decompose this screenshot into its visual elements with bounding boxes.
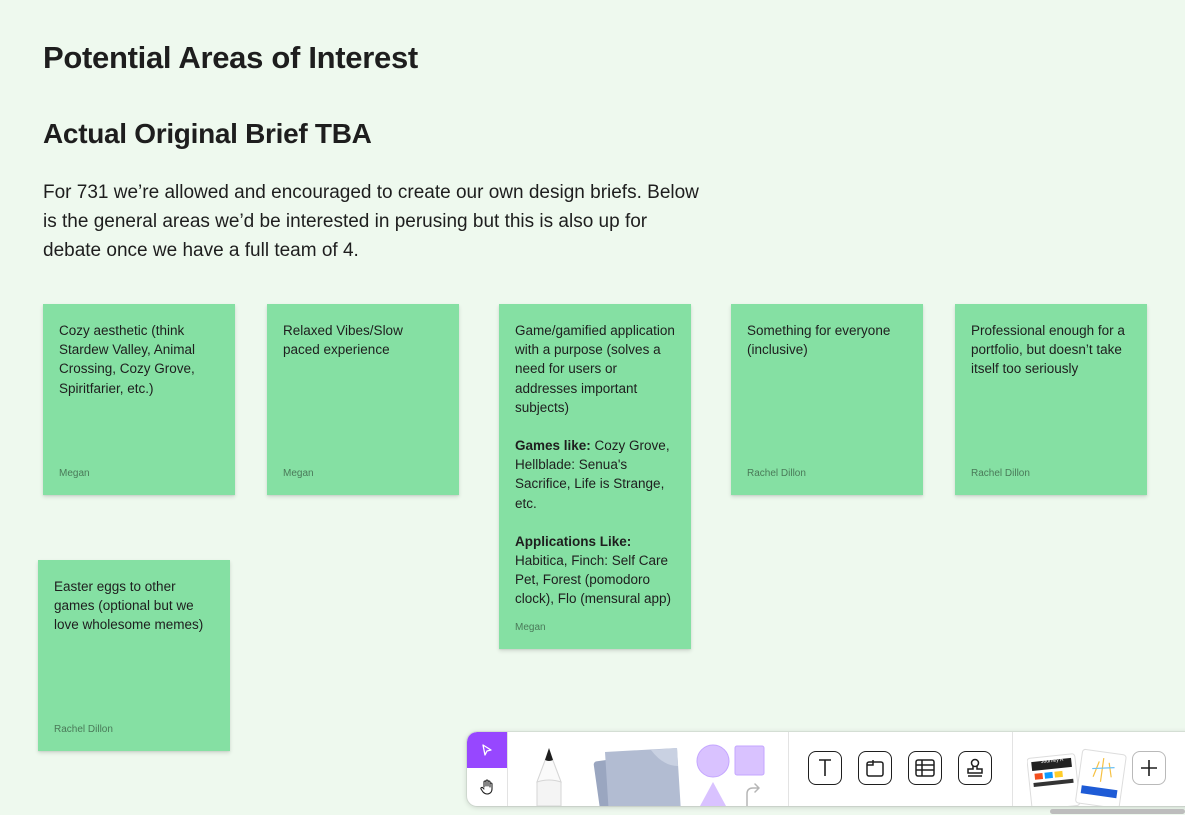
connector-tool[interactable] <box>741 782 765 806</box>
bottom-toolbar: Journey A <box>467 732 1185 806</box>
pointer-icon <box>482 744 492 756</box>
sticky-apps-block: Applications Like: Habitica, Finch: Self … <box>515 532 675 609</box>
mode-switcher <box>467 732 508 806</box>
sticky-note-icon <box>593 748 681 806</box>
section-tool[interactable] <box>858 751 892 785</box>
pencil-tool[interactable] <box>529 742 569 806</box>
text-tool[interactable] <box>808 751 842 785</box>
sticky-note[interactable]: Game/gamified application with a purpose… <box>499 304 691 649</box>
select-tool-button[interactable] <box>467 732 507 768</box>
apps-label: Applications Like: <box>515 533 632 549</box>
pencil-icon <box>536 748 562 806</box>
sticky-note[interactable]: Something for everyone (inclusive) Rache… <box>731 304 923 495</box>
sticky-text: Easter eggs to other games (optional but… <box>54 579 204 633</box>
sticky-note[interactable]: Cozy aesthetic (think Stardew Valley, An… <box>43 304 235 495</box>
stamp-tool[interactable] <box>958 751 992 785</box>
page-title: Potential Areas of Interest <box>43 40 418 75</box>
hand-icon <box>480 779 493 795</box>
apps-text: Habitica, Finch: Self Care Pet, Forest (… <box>515 553 672 607</box>
games-label: Games like: <box>515 438 591 454</box>
sticky-text: Game/gamified application with a purpose… <box>515 323 675 415</box>
table-tool[interactable] <box>908 751 942 785</box>
sticky-tool[interactable] <box>591 742 683 806</box>
connector-icon <box>746 783 760 806</box>
sticky-text: Professional enough for a portfolio, but… <box>971 323 1125 377</box>
sticky-author: Megan <box>59 468 90 479</box>
sticky-author: Rachel Dillon <box>54 724 113 735</box>
sticky-text: Relaxed Vibes/Slow paced experience <box>283 323 403 358</box>
sticky-author: Rachel Dillon <box>971 468 1030 479</box>
horizontal-scrollbar[interactable] <box>1050 809 1185 814</box>
templates-icon <box>1026 748 1127 806</box>
sticky-author: Rachel Dillon <box>747 468 806 479</box>
section-icon <box>866 760 884 777</box>
add-button[interactable] <box>1132 751 1166 785</box>
sticky-text: Something for everyone (inclusive) <box>747 323 891 358</box>
sticky-note[interactable]: Professional enough for a portfolio, but… <box>955 304 1147 495</box>
sticky-text: Cozy aesthetic (think Stardew Valley, An… <box>59 323 196 396</box>
sticky-author: Megan <box>515 622 546 633</box>
table-icon <box>915 759 935 777</box>
sticky-note[interactable]: Easter eggs to other games (optional but… <box>38 560 230 751</box>
section-title: Actual Original Brief TBA <box>43 118 372 149</box>
templates-button[interactable]: Journey A <box>1026 748 1127 806</box>
sticky-games-block: Games like: Cozy Grove, Hellblade: Senua… <box>515 436 675 513</box>
hand-tool-button[interactable] <box>467 769 507 805</box>
stamp-icon <box>967 758 983 777</box>
brief-paragraph: For 731 we’re allowed and encouraged to … <box>43 182 699 261</box>
plus-icon <box>1141 760 1157 776</box>
text-icon <box>819 759 831 776</box>
sticky-author: Megan <box>283 468 314 479</box>
sticky-note[interactable]: Relaxed Vibes/Slow paced experience Mega… <box>267 304 459 495</box>
